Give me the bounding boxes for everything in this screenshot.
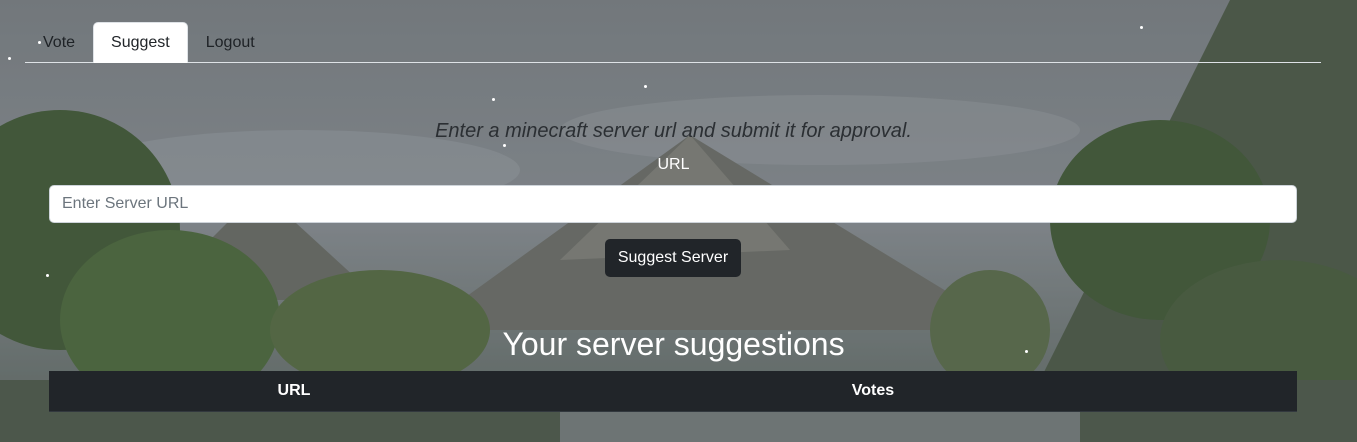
tab-logout-label: Logout — [205, 33, 255, 51]
sparkle-dot — [8, 57, 11, 60]
suggest-server-button[interactable]: Suggest Server — [605, 239, 741, 277]
sparkle-dot — [46, 274, 49, 277]
column-header-url: URL — [277, 382, 311, 399]
sparkle-dot — [503, 144, 506, 147]
suggestions-title: Your server suggestions — [502, 326, 845, 362]
suggest-instructions: Enter a minecraft server url and submit … — [435, 120, 912, 142]
tab-logout[interactable]: Logout — [188, 22, 273, 63]
sparkle-dot — [492, 98, 495, 101]
tab-vote-label: Vote — [43, 33, 76, 51]
server-url-input[interactable] — [49, 185, 1297, 223]
url-field-label: URL — [657, 156, 690, 173]
sparkle-dot — [644, 85, 647, 88]
tab-suggest[interactable]: Suggest — [93, 22, 188, 63]
nav-tabs: Vote Suggest Logout — [25, 21, 1321, 63]
suggestions-table-header: URL Votes — [49, 371, 1297, 412]
tab-vote[interactable]: Vote — [25, 22, 93, 63]
column-header-votes: Votes — [851, 382, 895, 399]
tab-suggest-label: Suggest — [111, 33, 170, 51]
